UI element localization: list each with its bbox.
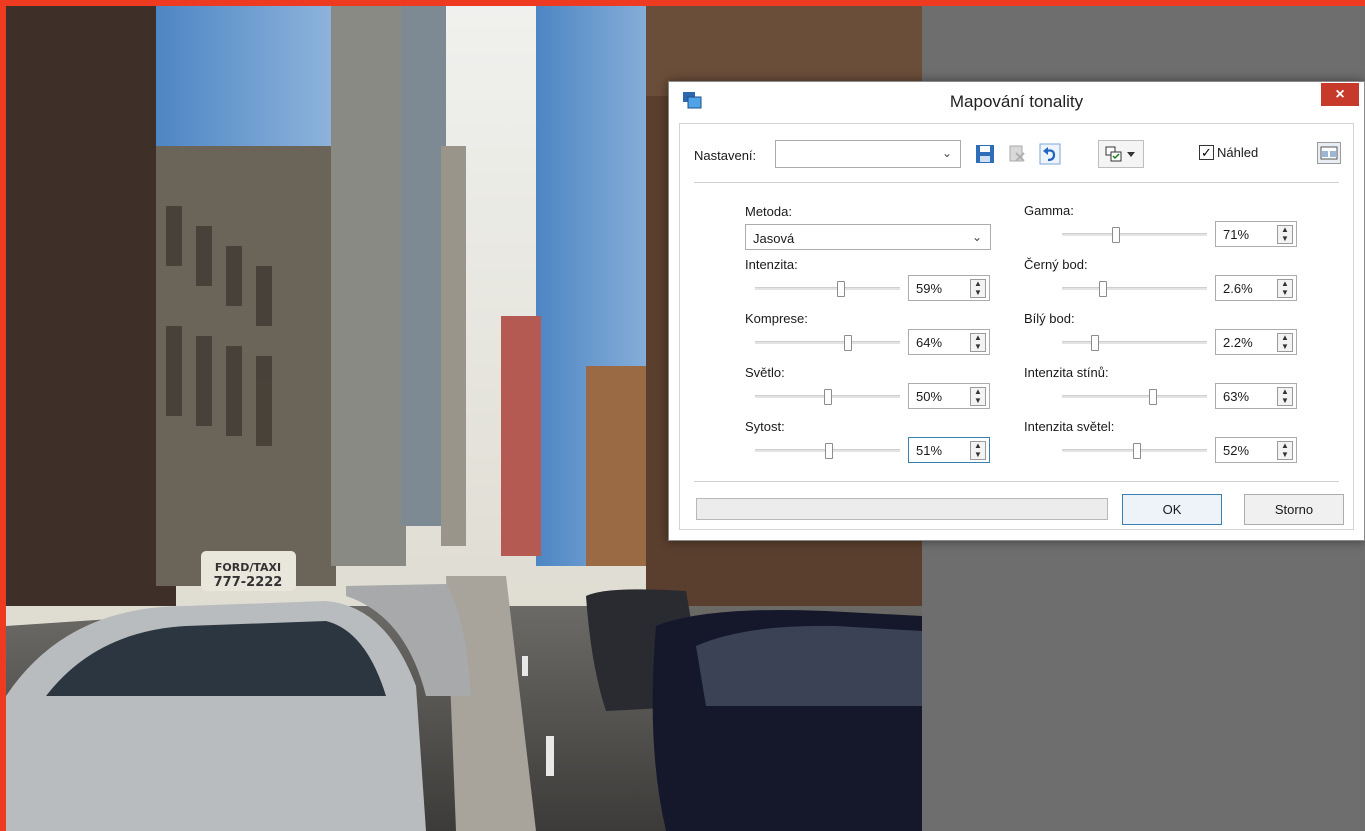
param-label: Intenzita: bbox=[745, 257, 798, 272]
param-label: Černý bod: bbox=[1024, 257, 1088, 272]
param-slider[interactable] bbox=[755, 281, 900, 297]
cancel-button[interactable]: Storno bbox=[1244, 494, 1344, 525]
param-value-spinbox[interactable]: 63% ▲ ▼ bbox=[1215, 383, 1297, 409]
param-value-spinbox[interactable]: 59% ▲ ▼ bbox=[908, 275, 990, 301]
param-value: 2.6% bbox=[1223, 281, 1253, 296]
slider-thumb[interactable] bbox=[1091, 335, 1100, 351]
slider-track bbox=[755, 287, 900, 290]
param-value: 63% bbox=[1223, 389, 1250, 404]
preset-label: Nastavení: bbox=[694, 148, 757, 163]
slider-thumb[interactable] bbox=[823, 389, 832, 405]
spin-arrows-icon[interactable]: ▲ ▼ bbox=[1277, 333, 1293, 352]
param-value-spinbox[interactable]: 71% ▲ ▼ bbox=[1215, 221, 1297, 247]
taxi-sign-line2: 777-2222 bbox=[214, 575, 283, 590]
param-value-spinbox[interactable]: 64% ▲ ▼ bbox=[908, 329, 990, 355]
slider-thumb[interactable] bbox=[1149, 389, 1158, 405]
slider-track bbox=[1062, 341, 1207, 344]
param-value: 52% bbox=[1223, 443, 1250, 458]
spin-arrows-icon[interactable]: ▲ ▼ bbox=[970, 441, 986, 460]
param-label: Bílý bod: bbox=[1024, 311, 1075, 326]
param-value-spinbox[interactable]: 50% ▲ ▼ bbox=[908, 383, 990, 409]
chevron-down-icon: ⌄ bbox=[971, 230, 982, 244]
chevron-down-icon: ⌄ bbox=[941, 146, 952, 160]
param-slider[interactable] bbox=[755, 335, 900, 351]
slider-thumb[interactable] bbox=[836, 281, 845, 297]
param-value-spinbox[interactable]: 2.6% ▲ ▼ bbox=[1215, 275, 1297, 301]
param-slider[interactable] bbox=[1062, 281, 1207, 297]
options-menu-button[interactable] bbox=[1098, 140, 1144, 168]
spin-arrows-icon[interactable]: ▲ ▼ bbox=[970, 333, 986, 352]
slider-thumb[interactable] bbox=[1111, 227, 1120, 243]
spin-arrows-icon[interactable]: ▲ ▼ bbox=[1277, 279, 1293, 298]
param-value-spinbox[interactable]: 52% ▲ ▼ bbox=[1215, 437, 1297, 463]
save-preset-icon[interactable] bbox=[971, 140, 999, 168]
param-value: 64% bbox=[916, 335, 943, 350]
param-label: Intenzita stínů: bbox=[1024, 365, 1109, 380]
param-slider[interactable] bbox=[755, 443, 900, 459]
param-value: 2.2% bbox=[1223, 335, 1253, 350]
preview-checkbox[interactable]: ✓ Náhled bbox=[1199, 145, 1258, 160]
slider-thumb[interactable] bbox=[1133, 443, 1142, 459]
param-label: Intenzita světel: bbox=[1024, 419, 1115, 434]
method-select[interactable]: Jasová ⌄ bbox=[745, 224, 991, 250]
spin-arrows-icon[interactable]: ▲ ▼ bbox=[970, 279, 986, 298]
split-view-icon[interactable] bbox=[1317, 142, 1341, 164]
param-slider[interactable] bbox=[1062, 389, 1207, 405]
preset-select[interactable]: ⌄ bbox=[775, 140, 961, 168]
slider-track bbox=[1062, 233, 1207, 236]
taxi-sign-line1: FORD/TAXI bbox=[215, 561, 281, 574]
param-label: Komprese: bbox=[745, 311, 808, 326]
method-value: Jasová bbox=[753, 231, 795, 246]
param-value: 59% bbox=[916, 281, 943, 296]
slider-thumb[interactable] bbox=[824, 443, 833, 459]
spin-arrows-icon[interactable]: ▲ ▼ bbox=[1277, 387, 1293, 406]
param-value: 51% bbox=[916, 443, 943, 458]
dialog-titlebar[interactable]: Mapování tonality × bbox=[669, 82, 1364, 123]
close-button[interactable]: × bbox=[1321, 83, 1359, 106]
spin-arrows-icon[interactable]: ▲ ▼ bbox=[970, 387, 986, 406]
slider-track bbox=[755, 341, 900, 344]
param-value-spinbox[interactable]: 2.2% ▲ ▼ bbox=[1215, 329, 1297, 355]
param-label: Světlo: bbox=[745, 365, 785, 380]
param-label: Gamma: bbox=[1024, 203, 1074, 218]
spin-arrows-icon[interactable]: ▲ ▼ bbox=[1277, 441, 1293, 460]
separator bbox=[694, 182, 1339, 183]
preview-label: Náhled bbox=[1217, 145, 1259, 160]
checkbox-checked-icon: ✓ bbox=[1199, 145, 1214, 160]
dialog-title: Mapování tonality bbox=[949, 92, 1084, 111]
separator bbox=[694, 481, 1339, 482]
spin-arrows-icon[interactable]: ▲ ▼ bbox=[1277, 225, 1293, 244]
ok-button[interactable]: OK bbox=[1122, 494, 1222, 525]
dialog-content: Nastavení: ⌄ ✓ Náhled Metoda: Jasová ⌄ O… bbox=[679, 123, 1354, 530]
delete-preset-icon[interactable] bbox=[1003, 140, 1031, 168]
tone-mapping-dialog: Mapování tonality × Nastavení: ⌄ ✓ Náhle… bbox=[668, 81, 1365, 541]
slider-thumb[interactable] bbox=[843, 335, 852, 351]
param-slider[interactable] bbox=[755, 389, 900, 405]
param-slider[interactable] bbox=[1062, 443, 1207, 459]
slider-track bbox=[1062, 395, 1207, 398]
slider-thumb[interactable] bbox=[1098, 281, 1107, 297]
param-value-spinbox[interactable]: 51% ▲ ▼ bbox=[908, 437, 990, 463]
param-slider[interactable] bbox=[1062, 335, 1207, 351]
param-value: 71% bbox=[1223, 227, 1250, 242]
method-label: Metoda: bbox=[745, 204, 792, 219]
param-label: Sytost: bbox=[745, 419, 785, 434]
progress-bar bbox=[696, 498, 1108, 520]
undo-icon[interactable] bbox=[1036, 140, 1064, 168]
param-slider[interactable] bbox=[1062, 227, 1207, 243]
param-value: 50% bbox=[916, 389, 943, 404]
slider-track bbox=[1062, 287, 1207, 290]
